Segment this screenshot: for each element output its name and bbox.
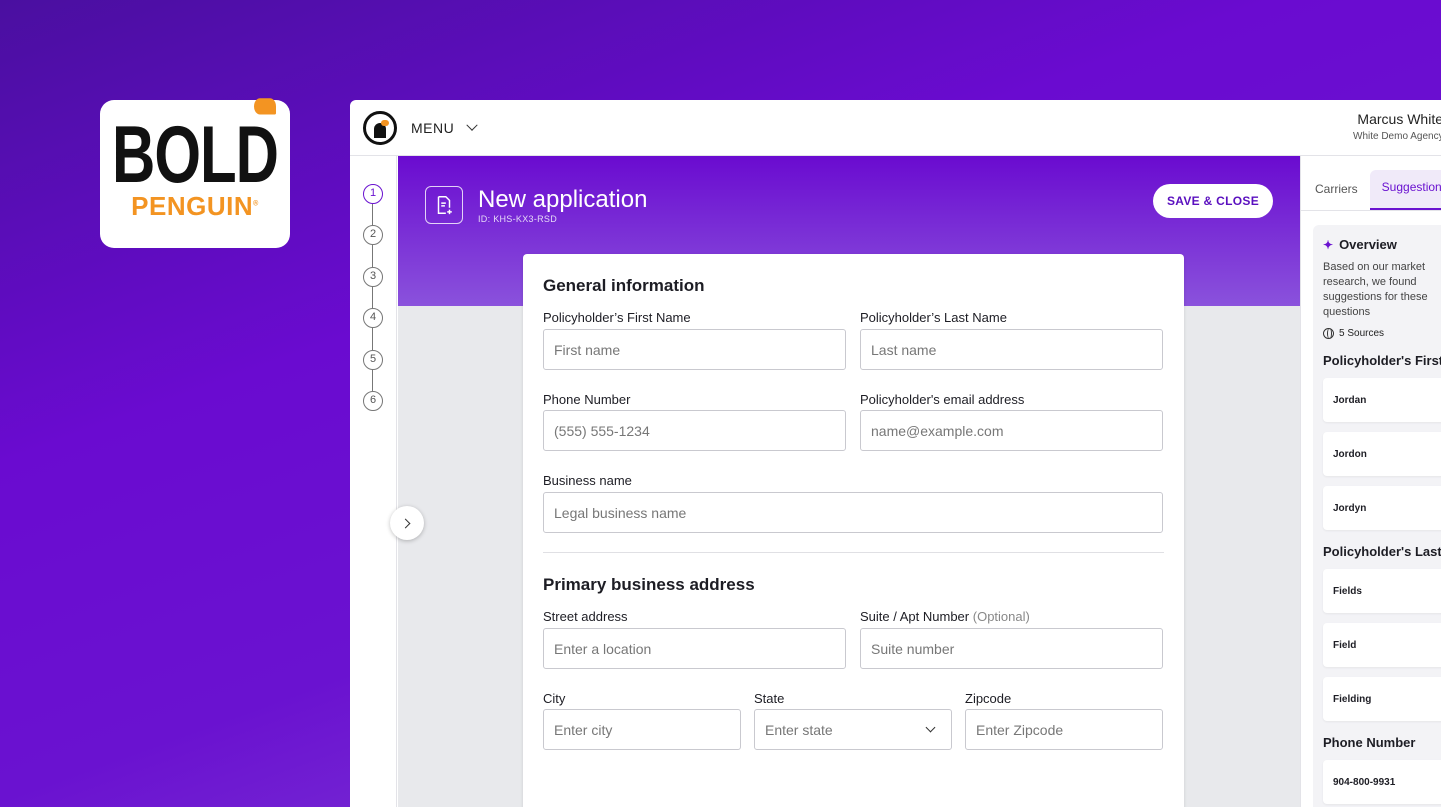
- sparkle-icon: ✦: [1323, 237, 1334, 252]
- suggestions-panel: Carriers Suggestions ✦Overview Based on …: [1300, 156, 1441, 807]
- suggestion-group-title: Phone Number: [1323, 735, 1416, 750]
- email-label: Policyholder's email address: [860, 392, 1025, 407]
- overview-description: Based on our market research, we found s…: [1323, 261, 1428, 318]
- suggestion-group-title: Policyholder's Last Name: [1323, 544, 1441, 559]
- email-input[interactable]: [860, 410, 1163, 451]
- menu-button[interactable]: MENU: [411, 120, 454, 136]
- bold-penguin-logo: BOLD PENGUIN®: [100, 97, 290, 248]
- chevron-right-icon: [400, 518, 411, 528]
- business-name-input[interactable]: [543, 492, 1163, 533]
- first-name-input[interactable]: [543, 329, 846, 370]
- step-connector: [372, 286, 374, 308]
- panel-tabs: Carriers Suggestions: [1301, 156, 1441, 211]
- section-title-address: Primary business address: [543, 575, 755, 594]
- suite-label: Suite / Apt Number (Optional): [860, 609, 1030, 624]
- suggestion-item[interactable]: Jordan: [1323, 378, 1441, 422]
- page-title: New application: [478, 186, 648, 213]
- tab-suggestions[interactable]: Suggestions: [1369, 170, 1441, 210]
- app-window: MENU Marcus White White Demo Agency 1 2 …: [350, 100, 1441, 807]
- city-label: City: [543, 691, 566, 706]
- step-3[interactable]: 3: [363, 267, 383, 287]
- step-5[interactable]: 5: [363, 350, 383, 370]
- step-connector: [372, 204, 374, 226]
- suggestion-item[interactable]: Fielding: [1323, 677, 1441, 721]
- suggestion-item[interactable]: 904-800-9931: [1323, 760, 1441, 804]
- general-info-card: General information Policyholder’s First…: [523, 254, 1184, 807]
- tab-carriers[interactable]: Carriers: [1301, 170, 1370, 210]
- globe-icon: [1323, 328, 1334, 339]
- step-connector: [372, 328, 374, 350]
- penguin-logo-icon[interactable]: [363, 110, 397, 145]
- application-id: ID: KHS-KX3-RSD: [478, 214, 558, 224]
- suggestion-item[interactable]: Fields: [1323, 569, 1441, 613]
- suggestion-group-title: Policyholder's First Name: [1323, 353, 1441, 368]
- document-add-icon: [425, 186, 463, 224]
- expand-sidebar-button[interactable]: [390, 506, 424, 540]
- last-name-label: Policyholder’s Last Name: [860, 310, 1007, 325]
- last-name-input[interactable]: [860, 329, 1163, 370]
- sources-link[interactable]: 5 Sources: [1323, 328, 1441, 339]
- user-name: Marcus White: [1357, 111, 1441, 127]
- step-1[interactable]: 1: [363, 184, 383, 204]
- phone-input[interactable]: [543, 410, 846, 451]
- logo-word-bold: BOLD: [112, 97, 279, 194]
- top-bar: MENU Marcus White White Demo Agency: [350, 100, 1441, 156]
- street-input[interactable]: [543, 628, 846, 669]
- main-content: New application ID: KHS-KX3-RSD SAVE & C…: [398, 156, 1300, 807]
- zipcode-input[interactable]: [965, 709, 1163, 750]
- suggestion-item[interactable]: Field: [1323, 623, 1441, 667]
- suggestion-item[interactable]: Jordon: [1323, 432, 1441, 476]
- street-label: Street address: [543, 609, 628, 624]
- suggestions-body: ✦ Overview Based on our market research, …: [1313, 225, 1441, 807]
- state-label: State: [754, 691, 785, 706]
- chevron-down-icon[interactable]: [466, 119, 478, 131]
- section-title-general: General information: [543, 276, 705, 295]
- overview-title: ✦ Overview: [1323, 237, 1397, 252]
- beak-icon: [253, 97, 276, 114]
- step-connector: [372, 369, 374, 391]
- save-close-button[interactable]: SAVE & CLOSE: [1152, 184, 1273, 218]
- city-input[interactable]: [543, 709, 741, 750]
- zipcode-label: Zipcode: [965, 691, 1012, 706]
- state-select[interactable]: [754, 709, 952, 750]
- first-name-label: Policyholder’s First Name: [543, 310, 691, 325]
- business-name-label: Business name: [543, 473, 632, 488]
- step-indicator: 1 2 3 4 5 6: [350, 156, 397, 807]
- step-4[interactable]: 4: [363, 308, 383, 328]
- phone-label: Phone Number: [543, 392, 631, 407]
- step-6[interactable]: 6: [363, 391, 383, 411]
- section-divider: [543, 552, 1164, 553]
- step-2[interactable]: 2: [363, 225, 383, 245]
- suite-input[interactable]: [860, 628, 1163, 669]
- user-agency: White Demo Agency: [1353, 131, 1441, 142]
- suggestion-item[interactable]: Jordyn: [1323, 486, 1441, 530]
- user-account[interactable]: Marcus White White Demo Agency: [1353, 111, 1441, 142]
- step-connector: [372, 245, 374, 267]
